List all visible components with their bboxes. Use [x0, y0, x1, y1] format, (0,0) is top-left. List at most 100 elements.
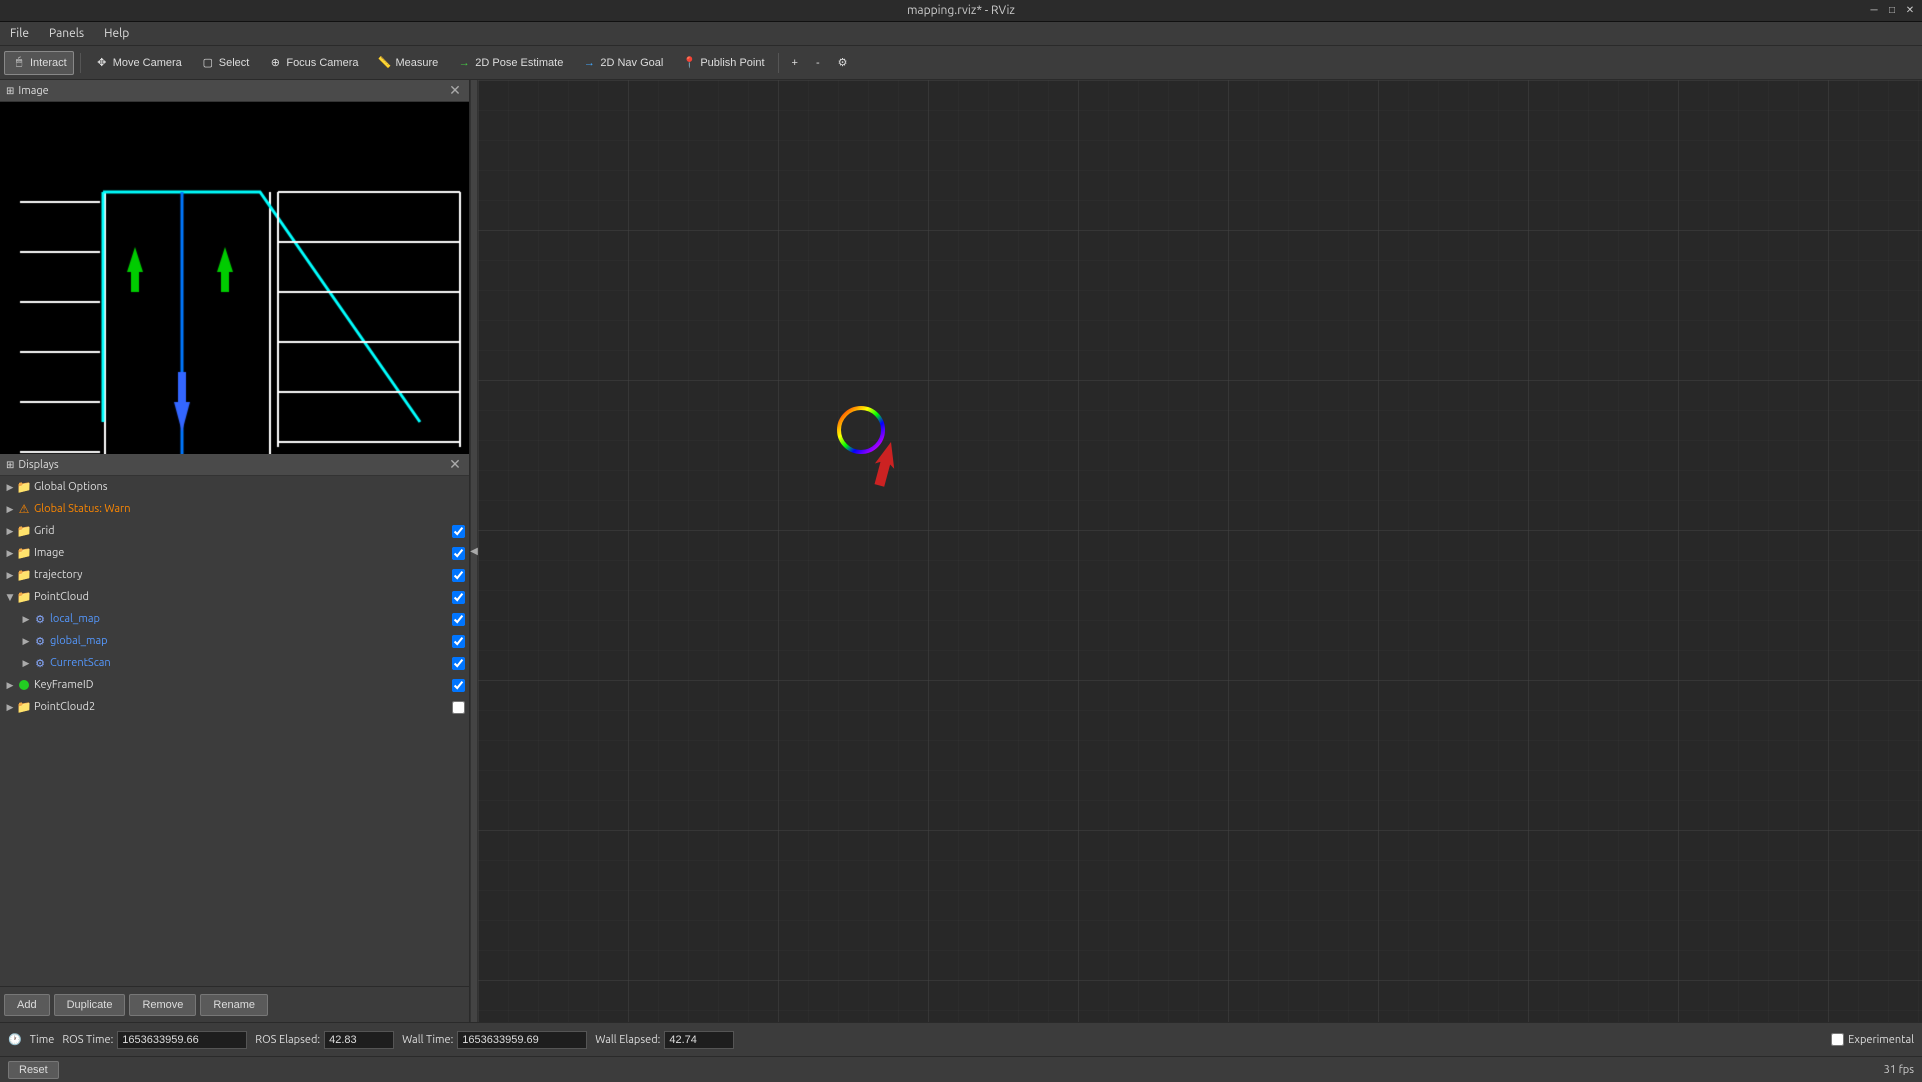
global-map-checkbox[interactable]	[452, 635, 465, 648]
close-button[interactable]: ✕	[1902, 3, 1918, 19]
menu-panels[interactable]: Panels	[43, 25, 90, 42]
pointcloud2-checkbox[interactable]	[452, 701, 465, 714]
interact-button[interactable]: 🖱 Interact	[4, 51, 74, 75]
expand-local-map: ▶	[20, 613, 32, 625]
statusbar: Reset 31 fps	[0, 1056, 1922, 1082]
folder-icon-image: 📁	[16, 545, 32, 561]
folder-icon-pointcloud2: 📁	[16, 699, 32, 715]
display-row-current-scan[interactable]: ▶ ⚙ CurrentScan	[16, 652, 469, 674]
global-map-label: global_map	[50, 635, 452, 647]
focus-camera-icon: ⊕	[267, 55, 283, 71]
display-row-trajectory[interactable]: ▶ 📁 trajectory	[0, 564, 469, 586]
image-checkbox[interactable]	[452, 547, 465, 560]
display-row-global-options[interactable]: ▶ 📁 Global Options	[0, 476, 469, 498]
expand-trajectory: ▶	[4, 569, 16, 581]
display-row-pointcloud2[interactable]: ▶ 📁 PointCloud2	[0, 696, 469, 718]
collapse-handle[interactable]: ◀	[470, 80, 478, 1022]
wall-elapsed-input[interactable]	[664, 1031, 734, 1049]
menu-file[interactable]: File	[4, 25, 35, 42]
publish-point-button[interactable]: 📍 Publish Point	[674, 51, 771, 75]
displays-content: ▶ 📁 Global Options ▶ ⚠ Global Status: Wa…	[0, 476, 469, 986]
remove-button[interactable]: Remove	[129, 994, 196, 1016]
current-scan-checkbox[interactable]	[452, 657, 465, 670]
toolbar-separator-2	[778, 53, 779, 73]
add-button[interactable]: Add	[4, 994, 50, 1016]
image-panel-close[interactable]: ✕	[447, 83, 463, 99]
menu-help[interactable]: Help	[98, 25, 135, 42]
move-camera-icon: ✥	[94, 55, 110, 71]
left-panel: ⊞ Image ✕ ⊞ Displays ✕ ▶ 📁 Global Option…	[0, 80, 470, 1022]
keyframe-id-label: KeyFrameID	[34, 679, 452, 691]
bottom-buttons: Add Duplicate Remove Rename	[0, 986, 469, 1022]
displays-panel-close[interactable]: ✕	[447, 457, 463, 473]
display-row-local-map[interactable]: ▶ ⚙ local_map	[16, 608, 469, 630]
grid-checkbox[interactable]	[452, 525, 465, 538]
expand-current-scan: ▶	[20, 657, 32, 669]
display-row-pointcloud[interactable]: ▼ 📁 PointCloud	[0, 586, 469, 608]
toolbar-separator-1	[80, 53, 81, 73]
ros-elapsed-label: ROS Elapsed:	[255, 1034, 320, 1046]
gear-icon-local-map: ⚙	[32, 611, 48, 627]
pointcloud-label: PointCloud	[34, 591, 452, 603]
select-button[interactable]: ▢ Select	[193, 51, 257, 75]
expand-pointcloud2: ▶	[4, 701, 16, 713]
experimental-checkbox[interactable]	[1831, 1033, 1844, 1046]
display-row-global-status[interactable]: ▶ ⚠ Global Status: Warn	[0, 498, 469, 520]
titlebar: mapping.rviz* - RViz ─ □ ✕	[0, 0, 1922, 22]
display-row-keyframe-id[interactable]: ▶ KeyFrameID	[0, 674, 469, 696]
minimize-button[interactable]: ─	[1866, 3, 1882, 19]
duplicate-button[interactable]: Duplicate	[54, 994, 126, 1016]
settings-button[interactable]: ⚙	[831, 52, 855, 73]
reset-button[interactable]: Reset	[8, 1061, 59, 1079]
panel-grid-icon-2: ⊞	[6, 459, 14, 471]
nav-goal-button[interactable]: → 2D Nav Goal	[574, 51, 670, 75]
ros-elapsed-input[interactable]	[324, 1031, 394, 1049]
window-title: mapping.rviz* - RViz	[907, 4, 1015, 17]
display-row-grid[interactable]: ▶ 📁 Grid	[0, 520, 469, 542]
measure-button[interactable]: 📏 Measure	[369, 51, 445, 75]
display-row-image[interactable]: ▶ 📁 Image	[0, 542, 469, 564]
wall-time-input[interactable]	[457, 1031, 587, 1049]
menubar: File Panels Help	[0, 22, 1922, 46]
3d-viewport[interactable]	[478, 80, 1922, 1022]
global-status-label: Global Status: Warn	[34, 503, 465, 515]
displays-panel: ⊞ Displays ✕ ▶ 📁 Global Options ▶ ⚠ Glob…	[0, 454, 469, 986]
expand-global-map: ▶	[20, 635, 32, 647]
ros-time-label: ROS Time:	[62, 1034, 113, 1046]
ros-time-input[interactable]	[117, 1031, 247, 1049]
keyframe-id-checkbox[interactable]	[452, 679, 465, 692]
interact-icon: 🖱	[11, 55, 27, 71]
ros-elapsed-field: ROS Elapsed:	[255, 1031, 394, 1049]
expand-keyframe-id: ▶	[4, 679, 16, 691]
zoom-out-button[interactable]: -	[809, 53, 827, 73]
wall-elapsed-field: Wall Elapsed:	[595, 1031, 734, 1049]
focus-camera-button[interactable]: ⊕ Focus Camera	[260, 51, 365, 75]
status-warn-icon: ⚠	[16, 501, 32, 517]
toolbar: 🖱 Interact ✥ Move Camera ▢ Select ⊕ Focu…	[0, 46, 1922, 80]
folder-icon-pointcloud: 📁	[16, 589, 32, 605]
maximize-button[interactable]: □	[1884, 3, 1900, 19]
trajectory-label: trajectory	[34, 569, 452, 581]
time-panel-title: Time	[30, 1034, 55, 1046]
pointcloud-checkbox[interactable]	[452, 591, 465, 604]
current-scan-label: CurrentScan	[50, 657, 452, 669]
image-canvas	[0, 102, 462, 454]
image-label: Image	[34, 547, 452, 559]
clock-icon: 🕐	[8, 1033, 22, 1046]
fps-display: 31 fps	[1884, 1064, 1914, 1076]
image-panel-title: Image	[18, 85, 48, 97]
display-row-global-map[interactable]: ▶ ⚙ global_map	[16, 630, 469, 652]
collapse-icon: ◀	[470, 545, 478, 557]
ros-time-field: ROS Time:	[62, 1031, 247, 1049]
pose-estimate-button[interactable]: → 2D Pose Estimate	[449, 51, 570, 75]
rename-button[interactable]: Rename	[200, 994, 268, 1016]
time-panel: 🕐 Time ROS Time: ROS Elapsed: Wall Time:…	[0, 1022, 1922, 1056]
folder-icon-global-options: 📁	[16, 479, 32, 495]
trajectory-checkbox[interactable]	[452, 569, 465, 582]
move-camera-button[interactable]: ✥ Move Camera	[87, 51, 189, 75]
wall-time-label: Wall Time:	[402, 1034, 453, 1046]
gear-icon-global-map: ⚙	[32, 633, 48, 649]
zoom-in-button[interactable]: +	[785, 53, 805, 73]
local-map-checkbox[interactable]	[452, 613, 465, 626]
expand-global-status: ▶	[4, 503, 16, 515]
